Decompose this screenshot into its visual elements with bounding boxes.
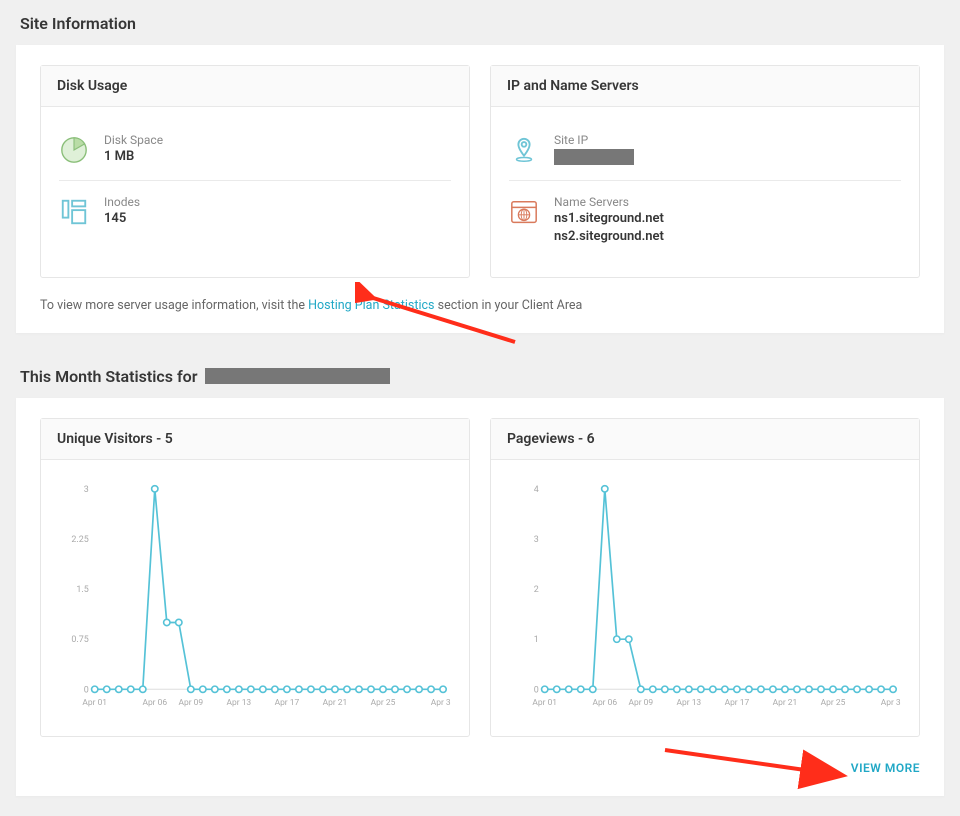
disk-space-value: 1 MB — [104, 148, 163, 166]
site-info-title: Site Information — [0, 0, 960, 45]
disk-usage-header: Disk Usage — [41, 66, 469, 107]
svg-text:Apr 30: Apr 30 — [881, 698, 901, 708]
month-stats-title: This Month Statistics for hidden — [0, 353, 960, 398]
name-servers-label: Name Servers — [554, 195, 664, 209]
svg-text:Apr 25: Apr 25 — [371, 698, 396, 708]
unique-visitors-card: Unique Visitors - 5 0 0.75 1.5 2.25 3 Apr 01 A… — [40, 418, 470, 737]
site-ip-label: Site IP — [554, 133, 634, 147]
svg-text:Apr 09: Apr 09 — [178, 698, 203, 708]
svg-text:Apr 21: Apr 21 — [323, 698, 348, 708]
svg-text:Apr 09: Apr 09 — [628, 698, 653, 708]
name-servers-metric: Name Servers ns1.siteground.net ns2.site… — [509, 180, 901, 260]
pie-chart-icon — [59, 135, 89, 165]
pageviews-card: Pageviews - 6 0 1 2 3 4 Apr 01 Apr 06 Apr 09 Apr… — [490, 418, 920, 737]
inodes-label: Inodes — [104, 195, 140, 209]
svg-text:Apr 06: Apr 06 — [142, 698, 167, 708]
svg-text:2: 2 — [534, 585, 539, 595]
location-pin-icon — [509, 135, 539, 165]
svg-text:0.75: 0.75 — [71, 635, 88, 645]
svg-text:Apr 21: Apr 21 — [773, 698, 798, 708]
view-more-link[interactable]: VIEW MORE — [851, 761, 920, 775]
svg-text:1: 1 — [534, 635, 539, 645]
svg-text:Apr 06: Apr 06 — [592, 698, 617, 708]
inodes-metric: Inodes 145 — [59, 180, 451, 242]
svg-text:0: 0 — [534, 685, 539, 695]
svg-text:Apr 01: Apr 01 — [532, 698, 557, 708]
stats-site-name-redacted: hidden — [205, 368, 390, 384]
svg-text:Apr 25: Apr 25 — [821, 698, 846, 708]
hint-prefix: To view more server usage information, v… — [40, 298, 308, 313]
globe-browser-icon — [509, 197, 539, 227]
svg-text:3: 3 — [84, 484, 89, 494]
server-usage-hint: To view more server usage information, v… — [40, 298, 920, 313]
svg-text:Apr 01: Apr 01 — [82, 698, 107, 708]
svg-text:Apr 13: Apr 13 — [227, 698, 252, 708]
svg-text:Apr 30: Apr 30 — [431, 698, 451, 708]
svg-text:3: 3 — [534, 534, 539, 544]
ip-name-card: IP and Name Servers Site IP hidden — [490, 65, 920, 278]
svg-text:2.25: 2.25 — [71, 534, 88, 544]
hosting-plan-statistics-link[interactable]: Hosting Plan Statistics — [308, 298, 434, 313]
svg-text:4: 4 — [534, 484, 539, 494]
site-ip-value: hidden — [554, 148, 634, 166]
site-info-panel: Disk Usage Disk Space 1 MB — [16, 45, 944, 333]
inodes-icon — [59, 197, 89, 227]
disk-usage-card: Disk Usage Disk Space 1 MB — [40, 65, 470, 278]
svg-text:Apr 13: Apr 13 — [677, 698, 702, 708]
pageviews-header: Pageviews - 6 — [491, 419, 919, 460]
ns2-value: ns2.siteground.net — [554, 229, 664, 244]
name-servers-value: ns1.siteground.net ns2.siteground.net — [554, 210, 664, 246]
hint-suffix: section in your Client Area — [435, 298, 583, 313]
inodes-value: 145 — [104, 210, 140, 228]
pageviews-chart: 0 1 2 3 4 Apr 01 Apr 06 Apr 09 Apr 13 Apr 17 Apr 2… — [509, 478, 901, 718]
unique-visitors-chart: 0 0.75 1.5 2.25 3 Apr 01 Apr 06 Apr 09 Apr 13 Apr… — [59, 478, 451, 718]
svg-text:Apr 17: Apr 17 — [725, 698, 750, 708]
svg-text:0: 0 — [84, 685, 89, 695]
svg-text:1.5: 1.5 — [76, 585, 88, 595]
ip-name-header: IP and Name Servers — [491, 66, 919, 107]
site-ip-metric: Site IP hidden — [509, 123, 901, 180]
stats-title-prefix: This Month Statistics for — [20, 367, 197, 386]
disk-space-metric: Disk Space 1 MB — [59, 123, 451, 180]
view-more-wrapper: VIEW MORE — [40, 757, 920, 776]
ns1-value: ns1.siteground.net — [554, 211, 664, 226]
month-stats-panel: Unique Visitors - 5 0 0.75 1.5 2.25 3 Apr 01 A… — [16, 398, 944, 796]
svg-text:Apr 17: Apr 17 — [275, 698, 300, 708]
unique-visitors-header: Unique Visitors - 5 — [41, 419, 469, 460]
disk-space-label: Disk Space — [104, 133, 163, 147]
